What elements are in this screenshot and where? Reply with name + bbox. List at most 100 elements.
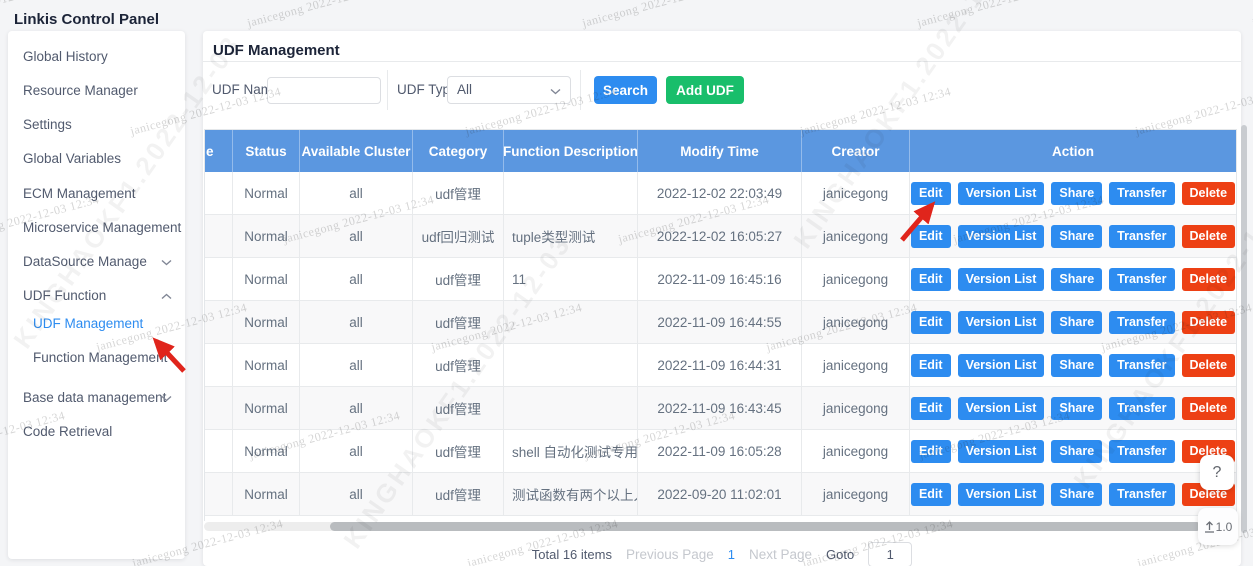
next-page-button[interactable]: Next Page xyxy=(749,547,812,562)
delete-button[interactable]: Delete xyxy=(1182,268,1236,291)
search-button[interactable]: Search xyxy=(594,76,657,104)
cell-actions: Edit Version List Share Transfer Delete xyxy=(910,215,1236,257)
cell-description: shell 自动化测试专用，勿... xyxy=(504,430,638,472)
sidebar-item-label: UDF Management xyxy=(33,316,143,331)
vertical-scrollbar-thumb[interactable] xyxy=(1241,125,1247,533)
transfer-button[interactable]: Transfer xyxy=(1109,268,1174,291)
version-list-button[interactable]: Version List xyxy=(958,483,1045,506)
transfer-button[interactable]: Transfer xyxy=(1109,182,1174,205)
version-list-button[interactable]: Version List xyxy=(958,311,1045,334)
transfer-button[interactable]: Transfer xyxy=(1109,354,1174,377)
cell-modify-time: 2022-11-09 16:43:45 xyxy=(638,387,802,429)
edit-button[interactable]: Edit xyxy=(911,268,951,291)
sidebar-item-resource-manager[interactable]: Resource Manager xyxy=(8,74,185,108)
cell-actions: Edit Version List Share Transfer Delete xyxy=(910,301,1236,343)
edit-button[interactable]: Edit xyxy=(911,397,951,420)
sidebar-item-global-history[interactable]: Global History xyxy=(8,40,185,74)
current-page-button[interactable]: 1 xyxy=(728,547,735,562)
col-header-category: Category xyxy=(413,130,504,172)
cell-description xyxy=(504,387,638,429)
edit-button[interactable]: Edit xyxy=(911,311,951,334)
cell-creator: janicegong xyxy=(802,473,910,515)
sidebar-item-microservice-management[interactable]: Microservice Management xyxy=(8,211,185,245)
version-list-button[interactable]: Version List xyxy=(958,268,1045,291)
sidebar-item-label: Function Management xyxy=(33,350,167,365)
sidebar-item-base-data-management[interactable]: Base data management xyxy=(8,381,185,415)
version-list-button[interactable]: Version List xyxy=(958,440,1045,463)
cell-description xyxy=(504,301,638,343)
share-button[interactable]: Share xyxy=(1051,182,1102,205)
sidebar-item-udf-management[interactable]: UDF Management xyxy=(8,307,185,341)
share-button[interactable]: Share xyxy=(1051,311,1102,334)
transfer-button[interactable]: Transfer xyxy=(1109,397,1174,420)
app-title: Linkis Control Panel xyxy=(14,11,159,28)
cell-creator: janicegong xyxy=(802,258,910,300)
chevron-down-icon xyxy=(550,88,561,95)
share-button[interactable]: Share xyxy=(1051,440,1102,463)
share-button[interactable]: Share xyxy=(1051,483,1102,506)
horizontal-scrollbar-track[interactable] xyxy=(204,522,1237,531)
cell-cluster: all xyxy=(300,473,413,515)
sidebar-item-code-retrieval[interactable]: Code Retrieval xyxy=(8,415,185,449)
edit-button[interactable]: Edit xyxy=(911,354,951,377)
version-list-button[interactable]: Version List xyxy=(958,225,1045,248)
delete-button[interactable]: Delete xyxy=(1182,182,1236,205)
edit-button[interactable]: Edit xyxy=(911,225,951,248)
col-header-action: Action xyxy=(910,130,1236,172)
delete-button[interactable]: Delete xyxy=(1182,354,1236,377)
sidebar-item-label: Global History xyxy=(23,49,108,64)
version-list-button[interactable]: Version List xyxy=(958,354,1045,377)
add-udf-button[interactable]: Add UDF xyxy=(666,76,744,104)
cell-description: tuple类型测试 xyxy=(504,215,638,257)
transfer-button[interactable]: Transfer xyxy=(1109,311,1174,334)
cell-status: Normal xyxy=(233,387,300,429)
share-button[interactable]: Share xyxy=(1051,397,1102,420)
edit-button[interactable]: Edit xyxy=(911,483,951,506)
cell-category: udf管理 xyxy=(413,430,504,472)
share-button[interactable]: Share xyxy=(1051,268,1102,291)
chevron-down-icon xyxy=(161,395,172,402)
cell-actions: Edit Version List Share Transfer Delete xyxy=(910,258,1236,300)
delete-button[interactable]: Delete xyxy=(1182,311,1236,334)
cell-cluster: all xyxy=(300,387,413,429)
delete-button[interactable]: Delete xyxy=(1182,225,1236,248)
sidebar-item-datasource-manage[interactable]: DataSource Manage xyxy=(8,245,185,279)
chevron-down-icon xyxy=(161,259,172,266)
previous-page-button[interactable]: Previous Page xyxy=(626,547,714,562)
delete-button[interactable]: Delete xyxy=(1182,397,1236,420)
cell-category: udf管理 xyxy=(413,387,504,429)
scale-widget-button[interactable]: 1.0 xyxy=(1198,508,1238,545)
udf-name-input[interactable] xyxy=(267,77,381,104)
help-button[interactable]: ? xyxy=(1200,455,1234,490)
question-mark-icon: ? xyxy=(1213,464,1222,482)
sidebar-item-settings[interactable]: Settings xyxy=(8,108,185,142)
pagination: Total 16 items Previous Page 1 Next Page… xyxy=(203,540,1241,566)
sidebar-item-ecm-management[interactable]: ECM Management xyxy=(8,177,185,211)
edit-button[interactable]: Edit xyxy=(911,182,951,205)
main-panel: UDF Management UDF Name UDF Type All Sea… xyxy=(203,31,1241,566)
sidebar-item-label: Settings xyxy=(23,117,72,132)
col-header-function-description: Function Description xyxy=(504,130,638,172)
page-title: UDF Management xyxy=(213,42,340,59)
version-list-button[interactable]: Version List xyxy=(958,182,1045,205)
linkis-control-panel: Linkis Control Panel Global History Resou… xyxy=(0,0,1253,566)
version-list-button[interactable]: Version List xyxy=(958,397,1045,420)
sidebar-item-label: Base data management xyxy=(23,390,166,405)
udf-type-select[interactable]: All xyxy=(447,76,571,104)
share-button[interactable]: Share xyxy=(1051,225,1102,248)
cell-category: udf管理 xyxy=(413,344,504,386)
cell-status: Normal xyxy=(233,473,300,515)
header-divider xyxy=(203,61,1241,62)
watermark-text: janicegong 2022-12-03 12:34 xyxy=(581,0,735,31)
sidebar-item-function-management[interactable]: Function Management xyxy=(8,341,185,375)
share-button[interactable]: Share xyxy=(1051,354,1102,377)
sidebar-item-global-variables[interactable]: Global Variables xyxy=(8,142,185,176)
transfer-button[interactable]: Transfer xyxy=(1109,440,1174,463)
transfer-button[interactable]: Transfer xyxy=(1109,483,1174,506)
transfer-button[interactable]: Transfer xyxy=(1109,225,1174,248)
horizontal-scrollbar-thumb[interactable] xyxy=(330,522,1201,531)
table-row: Normalalludf管理2022-11-09 16:44:55janiceg… xyxy=(205,301,1236,344)
scale-value: 1.0 xyxy=(1216,520,1233,534)
goto-page-input[interactable] xyxy=(868,542,912,566)
edit-button[interactable]: Edit xyxy=(911,440,951,463)
